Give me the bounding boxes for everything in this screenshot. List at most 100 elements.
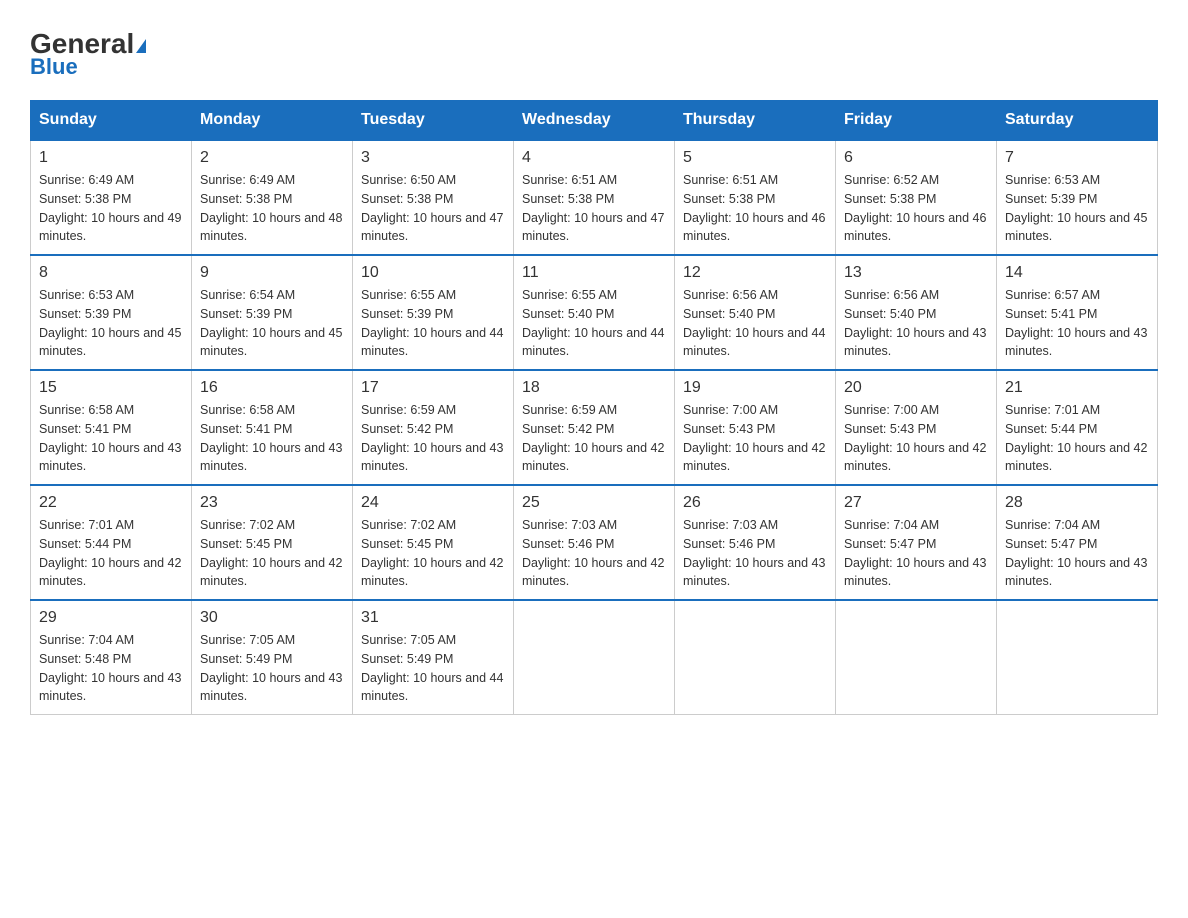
day-number: 26 — [683, 494, 827, 512]
calendar-day-cell: 10 Sunrise: 6:55 AMSunset: 5:39 PMDaylig… — [353, 255, 514, 370]
calendar-day-cell: 21 Sunrise: 7:01 AMSunset: 5:44 PMDaylig… — [997, 370, 1158, 485]
calendar-day-cell: 3 Sunrise: 6:50 AMSunset: 5:38 PMDayligh… — [353, 140, 514, 255]
day-info: Sunrise: 6:57 AMSunset: 5:41 PMDaylight:… — [1005, 288, 1147, 358]
day-info: Sunrise: 7:03 AMSunset: 5:46 PMDaylight:… — [683, 518, 825, 588]
day-info: Sunrise: 7:04 AMSunset: 5:48 PMDaylight:… — [39, 633, 181, 703]
calendar-day-cell: 15 Sunrise: 6:58 AMSunset: 5:41 PMDaylig… — [31, 370, 192, 485]
calendar-day-cell: 12 Sunrise: 6:56 AMSunset: 5:40 PMDaylig… — [675, 255, 836, 370]
day-number: 18 — [522, 379, 666, 397]
page-header: General Blue — [30, 30, 1158, 80]
day-of-week-header: Saturday — [997, 101, 1158, 141]
day-info: Sunrise: 7:05 AMSunset: 5:49 PMDaylight:… — [200, 633, 342, 703]
day-number: 9 — [200, 264, 344, 282]
day-info: Sunrise: 6:53 AMSunset: 5:39 PMDaylight:… — [1005, 173, 1147, 243]
day-number: 22 — [39, 494, 183, 512]
calendar-day-cell — [997, 600, 1158, 715]
day-number: 27 — [844, 494, 988, 512]
day-of-week-header: Monday — [192, 101, 353, 141]
calendar-day-cell: 7 Sunrise: 6:53 AMSunset: 5:39 PMDayligh… — [997, 140, 1158, 255]
calendar-day-cell — [514, 600, 675, 715]
calendar-day-cell: 29 Sunrise: 7:04 AMSunset: 5:48 PMDaylig… — [31, 600, 192, 715]
calendar-day-cell: 24 Sunrise: 7:02 AMSunset: 5:45 PMDaylig… — [353, 485, 514, 600]
day-number: 8 — [39, 264, 183, 282]
day-number: 1 — [39, 149, 183, 167]
calendar-day-cell: 26 Sunrise: 7:03 AMSunset: 5:46 PMDaylig… — [675, 485, 836, 600]
calendar-day-cell: 14 Sunrise: 6:57 AMSunset: 5:41 PMDaylig… — [997, 255, 1158, 370]
calendar-week-row: 8 Sunrise: 6:53 AMSunset: 5:39 PMDayligh… — [31, 255, 1158, 370]
day-number: 15 — [39, 379, 183, 397]
calendar-day-cell: 25 Sunrise: 7:03 AMSunset: 5:46 PMDaylig… — [514, 485, 675, 600]
day-info: Sunrise: 6:49 AMSunset: 5:38 PMDaylight:… — [200, 173, 342, 243]
day-number: 2 — [200, 149, 344, 167]
calendar-day-cell — [675, 600, 836, 715]
calendar-week-row: 29 Sunrise: 7:04 AMSunset: 5:48 PMDaylig… — [31, 600, 1158, 715]
calendar-day-cell — [836, 600, 997, 715]
day-info: Sunrise: 6:55 AMSunset: 5:40 PMDaylight:… — [522, 288, 664, 358]
calendar-day-cell: 30 Sunrise: 7:05 AMSunset: 5:49 PMDaylig… — [192, 600, 353, 715]
day-number: 17 — [361, 379, 505, 397]
day-number: 3 — [361, 149, 505, 167]
day-info: Sunrise: 7:03 AMSunset: 5:46 PMDaylight:… — [522, 518, 664, 588]
day-info: Sunrise: 7:00 AMSunset: 5:43 PMDaylight:… — [844, 403, 986, 473]
day-info: Sunrise: 6:53 AMSunset: 5:39 PMDaylight:… — [39, 288, 181, 358]
day-number: 10 — [361, 264, 505, 282]
calendar-day-cell: 11 Sunrise: 6:55 AMSunset: 5:40 PMDaylig… — [514, 255, 675, 370]
day-number: 6 — [844, 149, 988, 167]
day-info: Sunrise: 6:55 AMSunset: 5:39 PMDaylight:… — [361, 288, 503, 358]
day-number: 20 — [844, 379, 988, 397]
day-info: Sunrise: 6:59 AMSunset: 5:42 PMDaylight:… — [361, 403, 503, 473]
day-number: 11 — [522, 264, 666, 282]
day-number: 5 — [683, 149, 827, 167]
day-number: 28 — [1005, 494, 1149, 512]
calendar-day-cell: 22 Sunrise: 7:01 AMSunset: 5:44 PMDaylig… — [31, 485, 192, 600]
calendar-day-cell: 4 Sunrise: 6:51 AMSunset: 5:38 PMDayligh… — [514, 140, 675, 255]
day-number: 25 — [522, 494, 666, 512]
day-info: Sunrise: 7:04 AMSunset: 5:47 PMDaylight:… — [1005, 518, 1147, 588]
calendar-day-cell: 8 Sunrise: 6:53 AMSunset: 5:39 PMDayligh… — [31, 255, 192, 370]
day-number: 31 — [361, 609, 505, 627]
calendar-day-cell: 19 Sunrise: 7:00 AMSunset: 5:43 PMDaylig… — [675, 370, 836, 485]
day-info: Sunrise: 7:00 AMSunset: 5:43 PMDaylight:… — [683, 403, 825, 473]
calendar-table: SundayMondayTuesdayWednesdayThursdayFrid… — [30, 100, 1158, 715]
calendar-header-row: SundayMondayTuesdayWednesdayThursdayFrid… — [31, 101, 1158, 141]
calendar-day-cell: 23 Sunrise: 7:02 AMSunset: 5:45 PMDaylig… — [192, 485, 353, 600]
calendar-day-cell: 13 Sunrise: 6:56 AMSunset: 5:40 PMDaylig… — [836, 255, 997, 370]
day-number: 29 — [39, 609, 183, 627]
calendar-day-cell: 2 Sunrise: 6:49 AMSunset: 5:38 PMDayligh… — [192, 140, 353, 255]
day-of-week-header: Wednesday — [514, 101, 675, 141]
day-info: Sunrise: 6:56 AMSunset: 5:40 PMDaylight:… — [844, 288, 986, 358]
calendar-day-cell: 20 Sunrise: 7:00 AMSunset: 5:43 PMDaylig… — [836, 370, 997, 485]
calendar-day-cell: 31 Sunrise: 7:05 AMSunset: 5:49 PMDaylig… — [353, 600, 514, 715]
day-info: Sunrise: 7:01 AMSunset: 5:44 PMDaylight:… — [1005, 403, 1147, 473]
logo: General Blue — [30, 30, 146, 80]
day-info: Sunrise: 6:54 AMSunset: 5:39 PMDaylight:… — [200, 288, 342, 358]
calendar-week-row: 1 Sunrise: 6:49 AMSunset: 5:38 PMDayligh… — [31, 140, 1158, 255]
day-of-week-header: Tuesday — [353, 101, 514, 141]
day-info: Sunrise: 6:51 AMSunset: 5:38 PMDaylight:… — [683, 173, 825, 243]
day-info: Sunrise: 6:58 AMSunset: 5:41 PMDaylight:… — [39, 403, 181, 473]
day-info: Sunrise: 7:02 AMSunset: 5:45 PMDaylight:… — [200, 518, 342, 588]
calendar-day-cell: 6 Sunrise: 6:52 AMSunset: 5:38 PMDayligh… — [836, 140, 997, 255]
day-info: Sunrise: 6:58 AMSunset: 5:41 PMDaylight:… — [200, 403, 342, 473]
day-info: Sunrise: 7:02 AMSunset: 5:45 PMDaylight:… — [361, 518, 503, 588]
day-number: 23 — [200, 494, 344, 512]
day-info: Sunrise: 6:52 AMSunset: 5:38 PMDaylight:… — [844, 173, 986, 243]
day-info: Sunrise: 7:04 AMSunset: 5:47 PMDaylight:… — [844, 518, 986, 588]
logo-blue: Blue — [30, 54, 78, 80]
day-number: 30 — [200, 609, 344, 627]
calendar-week-row: 15 Sunrise: 6:58 AMSunset: 5:41 PMDaylig… — [31, 370, 1158, 485]
calendar-day-cell: 5 Sunrise: 6:51 AMSunset: 5:38 PMDayligh… — [675, 140, 836, 255]
day-info: Sunrise: 6:50 AMSunset: 5:38 PMDaylight:… — [361, 173, 503, 243]
day-info: Sunrise: 6:49 AMSunset: 5:38 PMDaylight:… — [39, 173, 181, 243]
day-info: Sunrise: 6:51 AMSunset: 5:38 PMDaylight:… — [522, 173, 664, 243]
calendar-day-cell: 27 Sunrise: 7:04 AMSunset: 5:47 PMDaylig… — [836, 485, 997, 600]
calendar-day-cell: 28 Sunrise: 7:04 AMSunset: 5:47 PMDaylig… — [997, 485, 1158, 600]
calendar-day-cell: 18 Sunrise: 6:59 AMSunset: 5:42 PMDaylig… — [514, 370, 675, 485]
day-number: 19 — [683, 379, 827, 397]
day-number: 21 — [1005, 379, 1149, 397]
day-number: 24 — [361, 494, 505, 512]
calendar-day-cell: 16 Sunrise: 6:58 AMSunset: 5:41 PMDaylig… — [192, 370, 353, 485]
calendar-day-cell: 17 Sunrise: 6:59 AMSunset: 5:42 PMDaylig… — [353, 370, 514, 485]
calendar-week-row: 22 Sunrise: 7:01 AMSunset: 5:44 PMDaylig… — [31, 485, 1158, 600]
calendar-day-cell: 1 Sunrise: 6:49 AMSunset: 5:38 PMDayligh… — [31, 140, 192, 255]
